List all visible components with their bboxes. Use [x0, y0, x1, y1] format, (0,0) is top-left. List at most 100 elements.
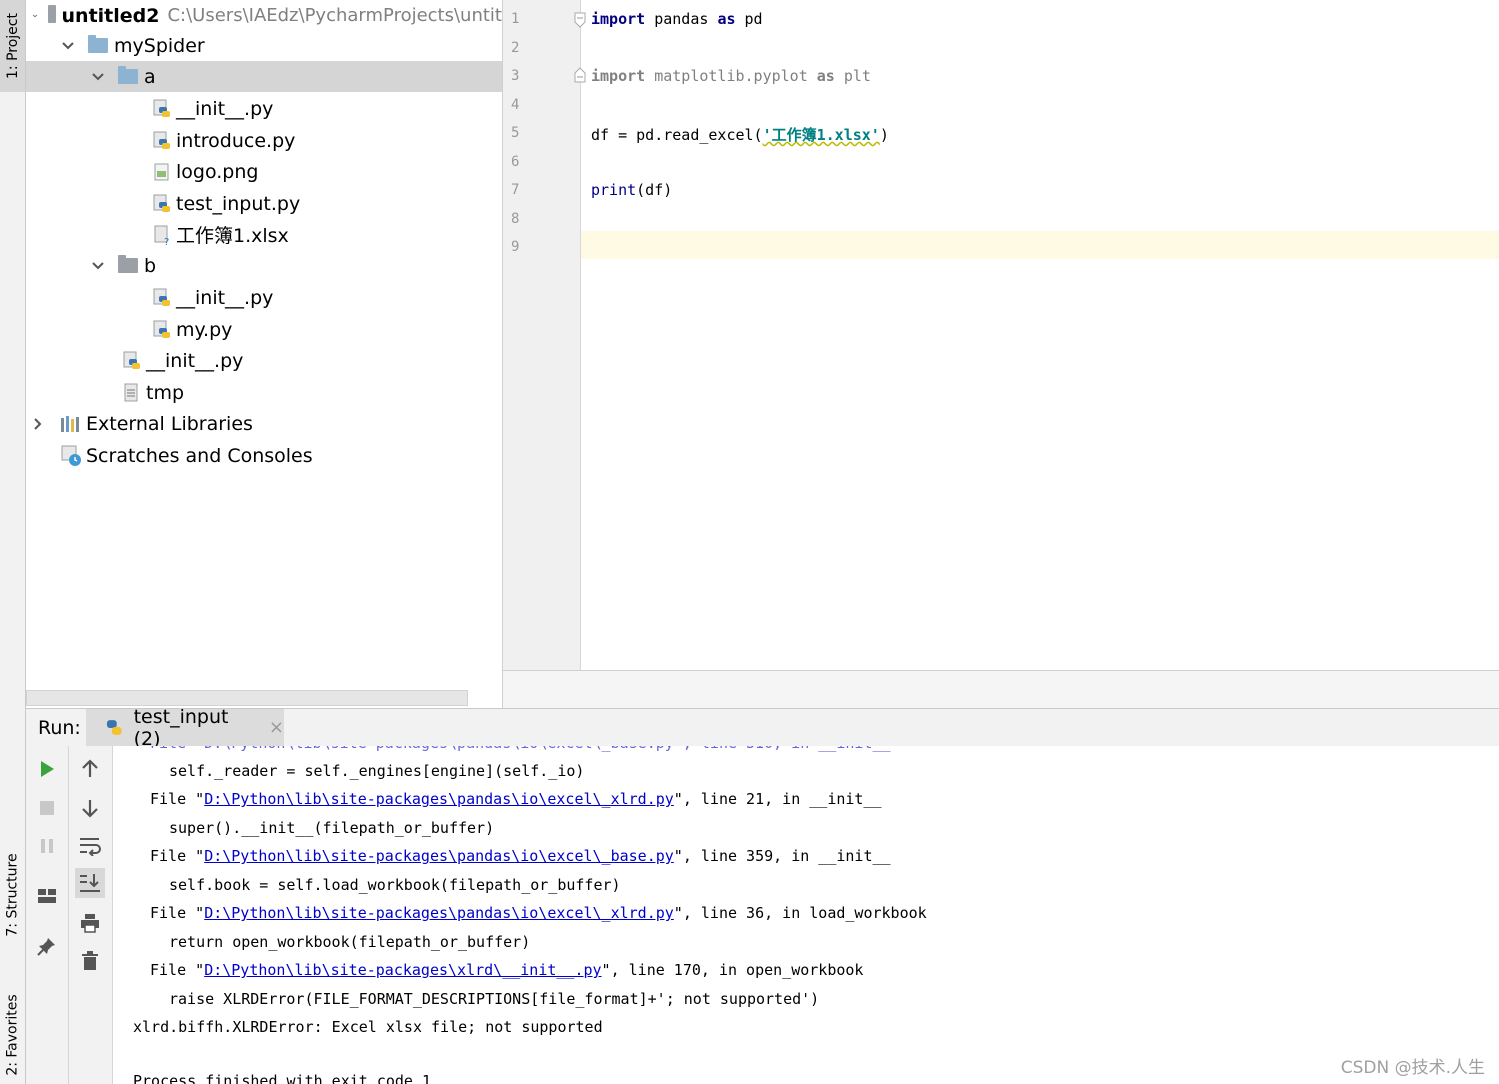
scroll-to-end-button[interactable] [75, 868, 105, 898]
traceback-file-link[interactable]: D:\Python\lib\site-packages\pandas\io\ex… [204, 847, 674, 865]
current-line-highlight [581, 231, 1499, 259]
stop-button[interactable] [32, 793, 62, 823]
tree-item-logo-png[interactable]: logo.png [26, 156, 502, 187]
tree-item-label: introduce.py [176, 129, 296, 152]
console-line: File "D:\Python\lib\site-packages\pandas… [150, 904, 927, 922]
editor-bottom-bar [503, 670, 1499, 709]
console-line: self.book = self.load_workbook(filepath_… [169, 876, 621, 894]
tree-item-myspider[interactable]: mySpider [26, 30, 502, 61]
line-number: 2 [511, 40, 520, 56]
run-toolbar-primary [26, 746, 69, 1084]
clear-all-button[interactable] [75, 946, 105, 976]
folder-icon [48, 5, 56, 23]
python-file-icon [153, 194, 170, 212]
scratches-icon [61, 445, 81, 466]
tree-item-label: tmp [146, 381, 185, 404]
console-exit-line: Process finished with exit code 1 [133, 1072, 432, 1084]
favorites-tool-tab-label: 2: Favorites [4, 993, 21, 1076]
package-folder-icon [118, 66, 138, 84]
traceback-file-link[interactable]: D:\Python\lib\site-packages\xlrd\__init_… [204, 961, 601, 979]
tree-item-test-input-py[interactable]: test_input.py [26, 188, 502, 219]
line-number: 9 [511, 239, 520, 255]
soft-wrap-button[interactable] [75, 831, 105, 861]
chevron-right-icon[interactable] [30, 416, 46, 432]
project-tool-tab[interactable]: 1: Project [0, 0, 25, 92]
tree-item-init-py[interactable]: __init__.py [26, 93, 502, 124]
traceback-file-link[interactable]: D:\Python\lib\site-packages\pandas\io\ex… [204, 904, 674, 922]
trash-icon [82, 951, 98, 970]
tree-root-untitled2[interactable]: untitled2 C:\Users\IAEdz\PycharmProjects… [26, 0, 502, 31]
tree-item-my-py[interactable]: my.py [26, 314, 502, 345]
layout-button[interactable] [32, 881, 62, 911]
rerun-button[interactable] [32, 754, 62, 784]
chevron-down-icon[interactable] [32, 8, 38, 24]
code-line-3: import matplotlib.pyplot as plt [591, 67, 871, 85]
arrow-down-icon [82, 800, 98, 818]
svg-text:?: ? [164, 237, 169, 246]
scroll-up-button[interactable] [75, 754, 105, 784]
pause-button[interactable] [32, 831, 62, 861]
chevron-down-icon[interactable] [60, 38, 76, 54]
line-number: 4 [511, 97, 520, 113]
scroll-to-end-icon [80, 874, 100, 892]
structure-tool-tab-label: 7: Structure [4, 853, 21, 937]
tree-item-label: External Libraries [86, 412, 253, 435]
run-toolbar-secondary [69, 746, 113, 1084]
python-run-icon [106, 719, 122, 735]
console-line-clipped: File "D:\Python\lib\site-packages\pandas… [150, 746, 891, 752]
tree-item-b[interactable]: b [26, 250, 502, 281]
left-tool-strip: 1: Project 7: Structure 2: Favorites [0, 0, 26, 1084]
chevron-down-icon[interactable] [90, 69, 106, 85]
tree-item-xlsx[interactable]: ? 工作簿1.xlsx [26, 219, 502, 250]
line-number: 7 [511, 182, 520, 198]
run-tab-label: test_input (2) [133, 705, 229, 750]
tree-item-label: a [144, 65, 156, 88]
printer-icon [81, 914, 99, 933]
tree-item-b-init-py[interactable]: __init__.py [26, 282, 502, 313]
pin-tab-button[interactable] [32, 931, 62, 961]
tree-item-introduce-py[interactable]: introduce.py [26, 125, 502, 156]
pause-icon [41, 839, 53, 853]
unknown-file-icon: ? [154, 225, 169, 246]
root-name: untitled2 [61, 4, 160, 27]
fold-marker-icon[interactable] [574, 67, 586, 83]
tree-item-label: __init__.py [176, 97, 274, 120]
layout-icon [38, 889, 56, 903]
tree-item-label: logo.png [176, 160, 259, 183]
horizontal-scrollbar[interactable] [26, 690, 468, 706]
tree-item-myspider-init-py[interactable]: __init__.py [26, 345, 502, 376]
line-number: 6 [511, 154, 520, 170]
run-tab-test-input[interactable]: test_input (2) × [86, 706, 284, 750]
python-file-icon [123, 351, 140, 369]
tree-item-scratches[interactable]: Scratches and Consoles [26, 440, 502, 471]
console-line: File "D:\Python\lib\site-packages\xlrd\_… [150, 961, 864, 979]
chevron-down-icon[interactable] [90, 258, 106, 274]
scroll-down-button[interactable] [75, 793, 105, 823]
run-label: Run: [38, 717, 81, 739]
library-icon [61, 415, 79, 432]
tree-item-tmp[interactable]: tmp [26, 377, 502, 408]
tree-item-label: Scratches and Consoles [86, 444, 313, 467]
image-file-icon [154, 163, 169, 180]
favorites-tool-tab[interactable]: 2: Favorites [0, 985, 25, 1084]
watermark: CSDN @技术.人生 [1340, 1058, 1485, 1078]
code-editor[interactable]: 1 2 3 4 5 6 7 8 9 import pandas as pd im… [503, 0, 1499, 709]
play-icon [41, 761, 54, 777]
fold-marker-icon[interactable] [574, 12, 586, 28]
console-line: File "D:\Python\lib\site-packages\pandas… [150, 847, 891, 865]
structure-tool-tab[interactable]: 7: Structure [0, 835, 25, 955]
print-button[interactable] [75, 908, 105, 938]
tree-item-external-libraries[interactable]: External Libraries [26, 408, 502, 439]
run-panel-header: Run: test_input (2) × [26, 706, 1499, 750]
run-console-output[interactable]: File "D:\Python\lib\site-packages\pandas… [113, 746, 1499, 1084]
python-file-icon [153, 320, 170, 338]
line-number: 5 [511, 125, 520, 141]
console-line: raise XLRDError(FILE_FORMAT_DESCRIPTIONS… [169, 990, 820, 1008]
folder-icon [88, 35, 108, 53]
project-tool-tab-label: 1: Project [4, 13, 21, 79]
traceback-file-link[interactable]: D:\Python\lib\site-packages\pandas\io\ex… [204, 790, 674, 808]
arrow-up-icon [82, 759, 98, 777]
text-file-icon [124, 383, 138, 401]
close-icon[interactable]: × [269, 717, 284, 738]
tree-item-a[interactable]: a [26, 61, 502, 92]
